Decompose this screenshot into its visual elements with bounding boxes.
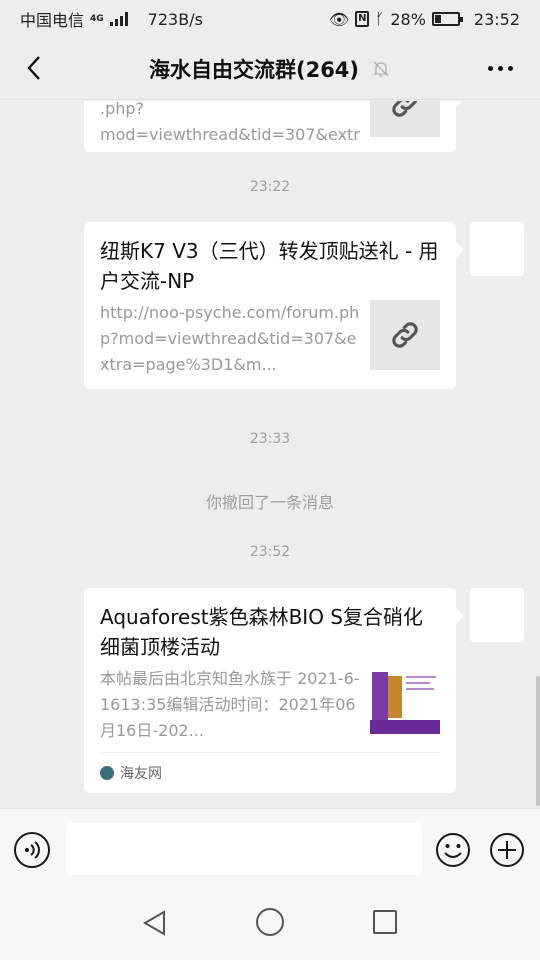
chat-header: 海水自由交流群(264): [0, 38, 540, 100]
link-card[interactable]: 纽斯K7 V3（三代）转发顶贴送礼 - 用户交流-NP http://noo-p…: [84, 222, 464, 389]
bluetooth-icon: ᚶ: [375, 10, 385, 28]
scrollbar[interactable]: [536, 676, 540, 806]
link-card-desc: .php?mod=viewthread&tid=307&extra=page%3…: [100, 101, 360, 144]
network-speed: 723B/s: [147, 9, 203, 29]
battery-percent: 28%: [390, 9, 426, 29]
system-nav-bar: [0, 888, 540, 960]
link-card-desc: http://noo-psyche.com/forum.php?mod=view…: [100, 303, 360, 374]
more-icon[interactable]: [484, 54, 516, 82]
link-card[interactable]: .php?mod=viewthread&tid=307&extra=page%3…: [84, 101, 464, 152]
link-icon: [392, 322, 418, 348]
signal-icon: [109, 12, 128, 26]
timestamp: 23:33: [249, 431, 291, 447]
nav-recent-icon[interactable]: [373, 910, 397, 934]
battery-icon: [431, 12, 463, 26]
back-arrow-icon[interactable]: [16, 50, 52, 86]
network-badge: 4G: [90, 14, 104, 24]
link-thumbnail: [370, 300, 440, 370]
plus-icon[interactable]: [489, 832, 525, 868]
avatar[interactable]: [470, 588, 524, 642]
mute-bell-icon: [373, 61, 389, 77]
clock: 23:52: [473, 9, 520, 29]
timestamp: 23:52: [249, 544, 291, 560]
source-logo-icon: [100, 766, 114, 780]
recall-notice: 你撤回了一条消息: [205, 493, 334, 512]
link-card[interactable]: Aquaforest紫色森林BIO S复合硝化细菌顶楼活动 本帖最后由北京知鱼水…: [84, 588, 464, 795]
status-bar: 中国电信 4G 723B/s 👁 N ᚶ 28% 23:52: [0, 0, 540, 38]
link-thumbnail: [370, 101, 440, 137]
product-thumbnail: [370, 666, 440, 736]
eye-icon: 👁: [329, 9, 350, 29]
link-icon: [392, 101, 418, 117]
nfc-icon: N: [355, 11, 370, 27]
message-list[interactable]: .php?mod=viewthread&tid=307&extra=page%3…: [0, 101, 540, 808]
carrier-label: 中国电信: [20, 11, 85, 30]
link-card-desc: 本帖最后由北京知鱼水族于 2021-6-1613:35编辑活动时间：2021年0…: [100, 669, 360, 740]
voice-icon[interactable]: [14, 832, 50, 868]
source-name: 海友网: [120, 766, 162, 782]
chat-title: 海水自由交流群(264): [148, 57, 360, 82]
input-bar: [0, 808, 540, 888]
emoji-icon[interactable]: [435, 832, 471, 868]
link-card-title: Aquaforest紫色森林BIO S复合硝化细菌顶楼活动: [100, 605, 423, 659]
timestamp: 23:22: [249, 179, 291, 195]
source-row: 海友网: [100, 752, 440, 795]
message-input[interactable]: [66, 823, 422, 875]
link-card-title: 纽斯K7 V3（三代）转发顶贴送礼 - 用户交流-NP: [100, 239, 439, 293]
nav-home-icon[interactable]: [256, 908, 284, 936]
nav-back-icon[interactable]: [140, 908, 170, 938]
avatar[interactable]: [470, 222, 524, 276]
